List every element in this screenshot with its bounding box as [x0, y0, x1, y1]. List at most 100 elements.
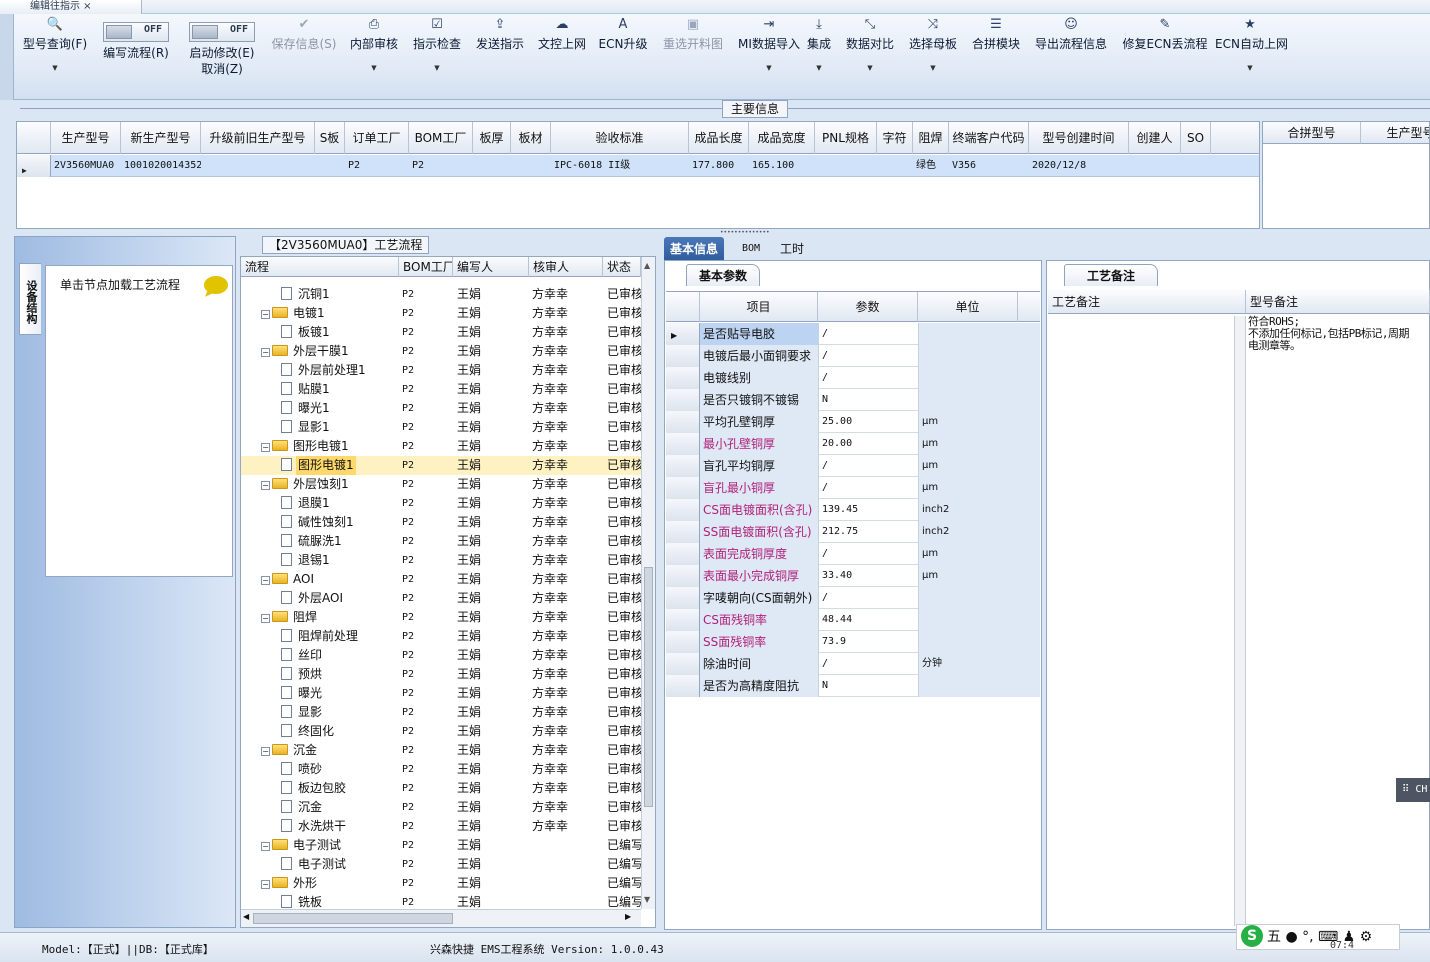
- param-row[interactable]: 平均孔壁铜厚 25.00 μm: [666, 411, 1040, 433]
- main-cell-9[interactable]: 177.800: [689, 155, 749, 177]
- param-value[interactable]: /: [818, 477, 918, 499]
- main-col-15[interactable]: 型号创建时间: [1029, 122, 1129, 154]
- collapse-icon[interactable]: −: [261, 842, 270, 851]
- tree-node[interactable]: − 外形: [261, 874, 319, 893]
- dropdown-arrow-icon[interactable]: ▼: [907, 62, 959, 74]
- tree-row[interactable]: 碱性蚀刻1 P2 王娟 方幸幸 已审核: [241, 513, 641, 532]
- tree-node[interactable]: 板镀1: [281, 323, 332, 342]
- tree-row[interactable]: 退膜1 P2 王娟 方幸幸 已审核: [241, 494, 641, 513]
- tree-row[interactable]: − 外层蚀刻1 P2 王娟 方幸幸 已审核: [241, 475, 641, 494]
- param-value[interactable]: 25.00: [818, 411, 918, 433]
- param-value[interactable]: /: [818, 543, 918, 565]
- param-row-selector[interactable]: [666, 543, 700, 565]
- param-row[interactable]: 表面完成铜厚度 / μm: [666, 543, 1040, 565]
- merge-model-grid[interactable]: 合拼型号 生产型号: [1262, 121, 1430, 229]
- tree-node[interactable]: 铣板: [281, 893, 324, 909]
- main-col-17[interactable]: SO: [1181, 122, 1211, 154]
- tree-row[interactable]: − 电镀1 P2 王娟 方幸幸 已审核: [241, 304, 641, 323]
- ribbon-button-sublabel[interactable]: 取消(Z): [182, 61, 262, 77]
- param-row-selector[interactable]: [666, 433, 700, 455]
- process-tree-hscroll-thumb[interactable]: [253, 913, 453, 924]
- main-col-11[interactable]: PNL规格: [815, 122, 877, 154]
- main-col-5[interactable]: BOM工厂: [409, 122, 473, 154]
- param-value[interactable]: 73.9: [818, 631, 918, 653]
- ime-lang-badge[interactable]: ⠿ CH: [1396, 778, 1430, 802]
- tree-row[interactable]: 铣板 P2 王娟 已编写: [241, 893, 641, 909]
- main-col-12[interactable]: 字符: [877, 122, 913, 154]
- tree-row[interactable]: 曝光1 P2 王娟 方幸幸 已审核: [241, 399, 641, 418]
- param-value[interactable]: /: [818, 367, 918, 389]
- main-cell-1[interactable]: 10010200143522: [121, 155, 201, 177]
- scroll-down-icon[interactable]: ▼: [644, 895, 650, 904]
- tree-row[interactable]: − 外形 P2 王娟 已编写: [241, 874, 641, 893]
- tree-node[interactable]: 曝光1: [281, 399, 332, 418]
- ribbon-button-13[interactable]: ⤨ 选择母板 ▼: [907, 14, 959, 98]
- param-row[interactable]: SS面电镀面积(含孔) 212.75 inch2: [666, 521, 1040, 543]
- dropdown-arrow-icon[interactable]: ▼: [348, 62, 400, 74]
- param-value[interactable]: /: [818, 587, 918, 609]
- tree-node[interactable]: 板边包胶: [281, 779, 348, 798]
- main-col-0[interactable]: 生产型号: [51, 122, 121, 154]
- device-structure-tab[interactable]: 设备结构: [19, 263, 41, 335]
- merge-col-production-model[interactable]: 生产型号: [1361, 122, 1429, 144]
- tree-node[interactable]: 电子测试: [281, 855, 348, 874]
- tree-node[interactable]: 终固化: [281, 722, 336, 741]
- main-cell-12[interactable]: [877, 155, 913, 177]
- model-notes-text[interactable]: 符合ROHS; 不添加任何标记,包括PB标记,周期 电测章等。: [1248, 316, 1430, 352]
- tree-row[interactable]: 外层前处理1 P2 王娟 方幸幸 已审核: [241, 361, 641, 380]
- ribbon-button-16[interactable]: ✎ 修复ECN丢流程: [1120, 14, 1210, 98]
- ribbon-button-1[interactable]: OFF 编写流程(R): [96, 14, 176, 98]
- tree-row[interactable]: 图形电镀1 P2 王娟 方幸幸 已审核: [241, 456, 641, 475]
- tree-node[interactable]: 水洗烘干: [281, 817, 348, 836]
- main-cell-17[interactable]: [1181, 155, 1211, 177]
- tree-node[interactable]: 退膜1: [281, 494, 332, 513]
- main-col-16[interactable]: 创建人: [1129, 122, 1181, 154]
- main-cell-6[interactable]: [473, 155, 511, 177]
- tree-row[interactable]: 水洗烘干 P2 王娟 方幸幸 已审核: [241, 817, 641, 836]
- param-row-selector[interactable]: [666, 631, 700, 653]
- collapse-icon[interactable]: −: [261, 348, 270, 357]
- toggle-switch[interactable]: OFF: [189, 22, 255, 42]
- main-col-13[interactable]: 阻焊: [913, 122, 949, 154]
- ribbon-button-15[interactable]: ☺ 导出流程信息: [1034, 14, 1108, 98]
- param-row-selector[interactable]: [666, 499, 700, 521]
- main-col-3[interactable]: S板: [315, 122, 345, 154]
- ribbon-button-3[interactable]: ✔ 保存信息(S): [266, 14, 342, 98]
- dropdown-arrow-icon[interactable]: ▼: [729, 62, 809, 74]
- merge-col-merged-model[interactable]: 合拼型号: [1263, 122, 1361, 144]
- main-cell-0[interactable]: 2V3560MUA0: [51, 155, 121, 177]
- tree-row[interactable]: 终固化 P2 王娟 方幸幸 已审核: [241, 722, 641, 741]
- tree-node[interactable]: − 图形电镀1: [261, 437, 351, 456]
- tree-node[interactable]: 碱性蚀刻1: [281, 513, 356, 532]
- scroll-right-icon[interactable]: ▶: [625, 912, 631, 921]
- device-structure-box[interactable]: 单击节点加载工艺流程: [45, 265, 233, 577]
- ribbon-button-7[interactable]: ☁ 文控上网: [536, 14, 588, 98]
- tree-row[interactable]: 预烘 P2 王娟 方幸幸 已审核: [241, 665, 641, 684]
- collapse-icon[interactable]: −: [261, 747, 270, 756]
- main-col-1[interactable]: 新生产型号: [121, 122, 201, 154]
- param-value[interactable]: /: [818, 455, 918, 477]
- main-cell-14[interactable]: V356: [949, 155, 1029, 177]
- process-tree-hscrollbar[interactable]: ◀ ▶: [241, 909, 641, 927]
- tree-node[interactable]: 外层前处理1: [281, 361, 368, 380]
- param-row-selector[interactable]: [666, 565, 700, 587]
- ribbon-button-14[interactable]: ☰ 合拼模块: [970, 14, 1022, 98]
- tree-col-1[interactable]: BOM工厂: [399, 257, 453, 277]
- ime-mode[interactable]: 五: [1267, 929, 1281, 945]
- tree-node[interactable]: 图形电镀1: [281, 456, 356, 475]
- tab-bom[interactable]: BOM: [736, 237, 766, 261]
- param-row-selector[interactable]: [666, 675, 700, 697]
- param-value[interactable]: 48.44: [818, 609, 918, 631]
- tree-row[interactable]: 沉金 P2 王娟 方幸幸 已审核: [241, 798, 641, 817]
- tree-row[interactable]: 退锡1 P2 王娟 方幸幸 已审核: [241, 551, 641, 570]
- ribbon-button-11[interactable]: ⤓ 集成 ▼: [804, 14, 834, 98]
- tree-node[interactable]: 沉金: [281, 798, 324, 817]
- main-col-7[interactable]: 板材: [511, 122, 551, 154]
- main-col-4[interactable]: 订单工厂: [345, 122, 409, 154]
- param-row-selector[interactable]: ▶: [666, 323, 700, 345]
- param-row[interactable]: 盲孔平均铜厚 / μm: [666, 455, 1040, 477]
- tree-row[interactable]: 电子测试 P2 王娟 已编写: [241, 855, 641, 874]
- tree-node[interactable]: 显影1: [281, 418, 332, 437]
- param-row-selector[interactable]: [666, 587, 700, 609]
- tree-node[interactable]: 喷砂: [281, 760, 324, 779]
